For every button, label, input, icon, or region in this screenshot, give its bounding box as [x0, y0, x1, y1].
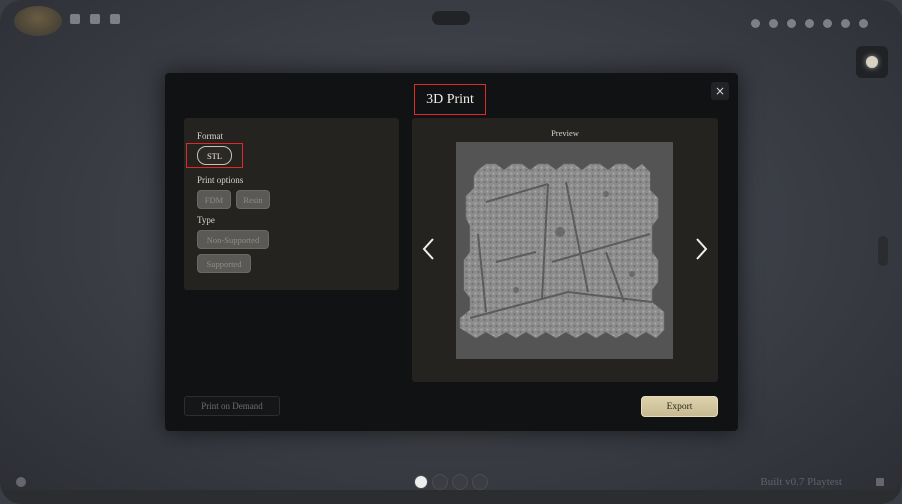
bottom-status-bar: [0, 490, 902, 504]
print-options-label: Print options: [197, 175, 244, 185]
zoom-slider[interactable]: [878, 236, 888, 266]
resin-button[interactable]: Resin: [236, 190, 270, 209]
preview-label: Preview: [551, 128, 579, 138]
title-highlight: 3D Print: [414, 84, 486, 115]
light-icon: [866, 56, 878, 68]
mode-button[interactable]: [452, 474, 468, 490]
toolbar-icon[interactable]: [787, 19, 796, 28]
previous-arrow-icon[interactable]: [421, 236, 437, 262]
export-button[interactable]: Export: [641, 396, 718, 417]
toolbar-icon[interactable]: [769, 19, 778, 28]
print-dialog: 3D Print × Format STL Print options FDM …: [165, 73, 738, 431]
light-toggle-button[interactable]: [856, 46, 888, 78]
close-icon[interactable]: ×: [711, 82, 729, 100]
print-on-demand-button[interactable]: Print on Demand: [184, 396, 280, 416]
corner-icon[interactable]: [876, 478, 884, 486]
version-label: Built v0.7 Playtest: [760, 476, 842, 488]
toolbar-icon[interactable]: [823, 19, 832, 28]
toolbar-icon[interactable]: [841, 19, 850, 28]
toolbar-icon[interactable]: [751, 19, 760, 28]
toolbar-icon[interactable]: [70, 14, 80, 24]
supported-button[interactable]: Supported: [197, 254, 251, 273]
app-logo[interactable]: [14, 6, 62, 36]
mode-button[interactable]: [472, 474, 488, 490]
model-preview-image: [456, 142, 673, 359]
top-center-indicator[interactable]: [432, 11, 470, 25]
mode-button[interactable]: [414, 475, 428, 489]
preview-panel: Preview: [412, 118, 718, 382]
mode-button[interactable]: [432, 474, 448, 490]
toolbar-icon[interactable]: [805, 19, 814, 28]
options-panel: Format STL Print options FDM Resin Type …: [184, 118, 399, 290]
format-stl-button[interactable]: STL: [197, 146, 232, 165]
format-label: Format: [197, 131, 223, 141]
toolbar-icon[interactable]: [859, 19, 868, 28]
bottom-mode-switcher: [414, 474, 488, 490]
fdm-button[interactable]: FDM: [197, 190, 231, 209]
type-label: Type: [197, 215, 215, 225]
dialog-title: 3D Print: [426, 91, 474, 107]
non-supported-button[interactable]: Non-Supported: [197, 230, 269, 249]
top-right-toolbar: [751, 19, 868, 28]
settings-icon[interactable]: [16, 477, 26, 487]
toolbar-icon[interactable]: [110, 14, 120, 24]
top-left-toolbar: [70, 14, 120, 24]
next-arrow-icon[interactable]: [693, 236, 709, 262]
toolbar-icon[interactable]: [90, 14, 100, 24]
